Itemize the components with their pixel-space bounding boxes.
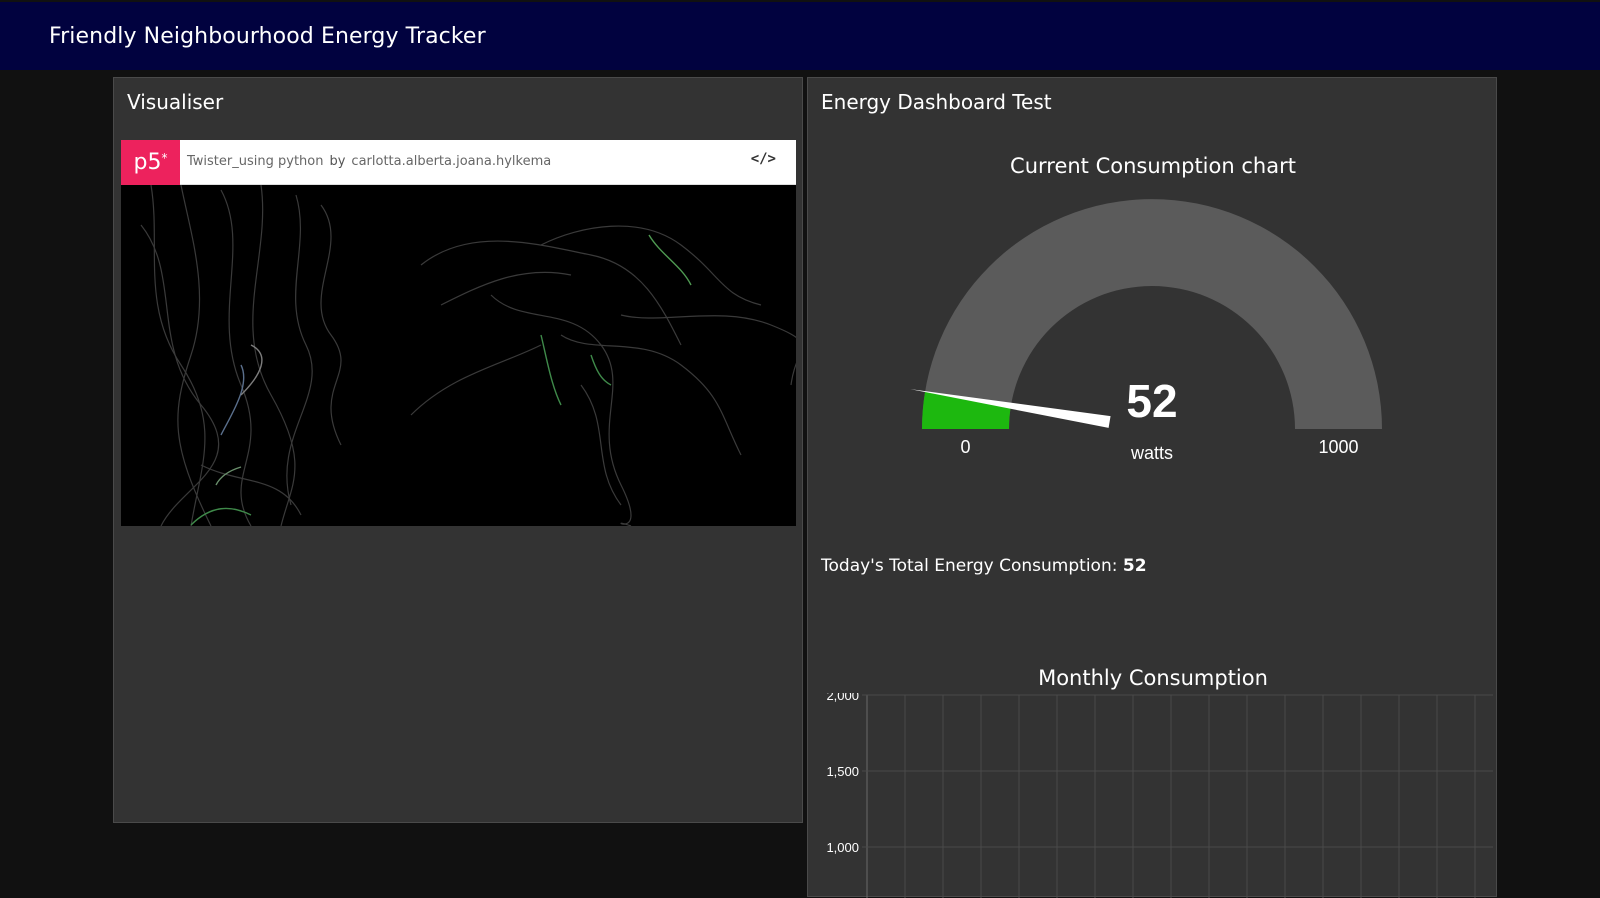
gauge-unit: watts [1130,443,1173,463]
app-title: Friendly Neighbourhood Energy Tracker [49,24,486,49]
p5-logo-text: p5 [133,150,162,175]
gauge-title: Current Consumption chart [1010,154,1296,178]
monthly-consumption-chart: 2,000 1,500 1,000 [826,693,1493,898]
code-icon[interactable]: </> [751,151,776,167]
y-tick-label: 2,000 [826,693,859,703]
sketch-canvas[interactable] [121,184,803,527]
embed-header: p5 * Twister_using python by carlotta.alber… [121,140,796,185]
sketch-by-label: by [329,154,346,169]
total-consumption-label: Today's Total Energy Consumption: [821,556,1118,576]
visualiser-title: Visualiser [127,90,224,114]
total-consumption-value: 52 [1122,556,1147,576]
sketch-drawing [140,184,803,527]
y-tick-label: 1,500 [826,764,859,779]
sketch-info: Twister_using python by carlotta.alberta.j… [187,154,551,169]
p5-logo-mark: * [161,150,168,165]
y-tick-label: 1,000 [826,840,859,855]
dashboard-panel: Energy Dashboard Test Current Consumptio… [807,77,1497,898]
monthly-chart-title: Monthly Consumption [1038,666,1268,690]
gauge-min-label: 0 [960,437,970,457]
gauge-max-label: 1000 [1318,437,1358,457]
p5-logo[interactable]: p5 * [121,140,180,185]
total-consumption: Today's Total Energy Consumption: 52 [821,556,1147,576]
sketch-author[interactable]: carlotta.alberta.joana.hylkema [351,154,551,169]
sketch-name[interactable]: Twister_using python [187,154,323,169]
dashboard-title: Energy Dashboard Test [821,90,1052,114]
top-bar: Friendly Neighbourhood Energy Tracker [0,2,1600,70]
visualiser-panel: Visualiser p5 * Twister_using python by car… [113,77,803,823]
p5-sketch-embed[interactable]: p5 * Twister_using python by carlotta.alber… [121,140,803,527]
consumption-gauge: 52 watts 0 1000 [910,199,1382,463]
gauge-value: 52 [1126,375,1177,427]
